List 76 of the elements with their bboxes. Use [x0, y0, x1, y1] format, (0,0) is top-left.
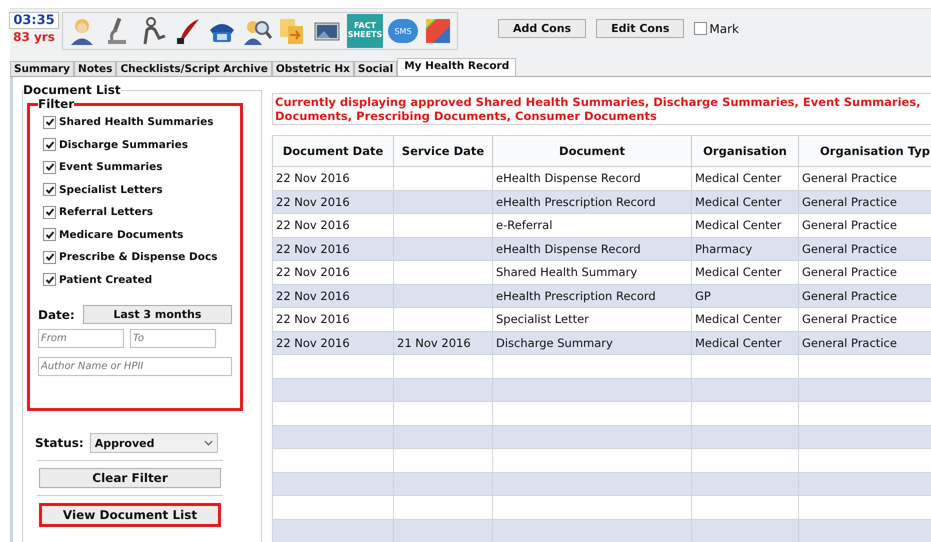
filter-checkbox[interactable]	[43, 228, 56, 242]
chevron-icon	[204, 440, 213, 446]
column-header[interactable]: Document	[492, 136, 692, 166]
filter-checkbox[interactable]	[43, 138, 56, 152]
panel-title: Document List	[23, 83, 121, 97]
table-cell: Pharmacy	[692, 237, 798, 260]
table-cell: 22 Nov 2016	[272, 214, 394, 237]
table-cell: Medical Center	[692, 260, 798, 284]
tab[interactable]: Summary	[10, 61, 74, 76]
table-cell: 22 Nov 2016	[272, 308, 394, 331]
status-label: Status:	[35, 436, 84, 450]
view-document-list-button[interactable]: View Document List	[39, 503, 221, 527]
filter-label: Event Summaries	[59, 161, 162, 174]
mark-checkbox[interactable]	[694, 22, 708, 35]
table-cell: 22 Nov 2016	[272, 237, 394, 260]
table-cell: 22 Nov 2016	[272, 190, 394, 214]
table-cell: General Practice	[798, 237, 931, 260]
table-cell: Medical Center	[692, 166, 798, 190]
table-cell: General Practice	[798, 284, 931, 308]
table-cell: GP	[692, 284, 798, 308]
to-field[interactable]: To	[130, 329, 216, 348]
table-cell: 22 Nov 2016	[272, 331, 394, 354]
filter-label: Discharge Summaries	[59, 138, 188, 151]
filter-checkbox[interactable]	[43, 183, 56, 196]
table-cell: General Practice	[798, 190, 931, 214]
table-cell: eHealth Prescription Record	[492, 190, 692, 214]
patient-age: 83 yrs	[13, 30, 55, 44]
tab[interactable]: My Health Record	[397, 58, 516, 76]
tab[interactable]: Obstetric Hx	[272, 61, 354, 76]
filter-title: Filter	[38, 97, 74, 111]
column-header[interactable]: Service Date	[394, 136, 492, 166]
date-label: Date:	[38, 308, 75, 322]
table-cell: 22 Nov 2016	[272, 284, 394, 308]
filter-label: Patient Created	[59, 274, 152, 286]
tab[interactable]: Checklists/Script Archive	[116, 61, 272, 76]
table-cell: eHealth Dispense Record	[492, 237, 692, 260]
table-cell: Medical Center	[692, 331, 798, 354]
table-cell: eHealth Prescription Record	[492, 284, 692, 308]
table-cell: General Practice	[798, 331, 931, 354]
filter-checkbox[interactable]	[43, 206, 56, 219]
table-cell: 22 Nov 2016	[272, 260, 394, 284]
tab[interactable]: Notes	[74, 61, 116, 76]
consult-button[interactable]: Edit Cons	[596, 19, 684, 38]
table-cell: Discharge Summary	[492, 331, 692, 354]
clock-time: 03:35	[9, 12, 59, 29]
filter-label: Shared Health Summaries	[59, 116, 214, 128]
status-dropdown[interactable]: Approved	[90, 433, 218, 453]
column-header[interactable]: Organisation	[692, 136, 798, 166]
from-field[interactable]: From	[38, 329, 124, 348]
table-cell: Medical Center	[692, 308, 798, 331]
filter-checkbox[interactable]	[43, 273, 56, 286]
filter-label: Medicare Documents	[59, 228, 184, 241]
filter-label: Prescribe & Dispense Docs	[59, 251, 218, 264]
column-header[interactable]: Document Date	[272, 136, 394, 166]
tab[interactable]: Social	[354, 61, 398, 76]
sms-icon[interactable]: SMS	[388, 19, 418, 43]
table-cell: Medical Center	[692, 214, 798, 237]
filter-label: Referral Letters	[59, 206, 153, 218]
mark-label: Mark	[709, 22, 739, 36]
filter-notice: Currently displaying approved Shared Health Summaries, Discharge Summaries, Event Summaries, Documents, Prescribing Documents, Consumer Documents	[272, 93, 931, 125]
table-cell: 21 Nov 2016	[394, 331, 492, 354]
table-cell: Shared Health Summary	[492, 260, 692, 284]
map-icon[interactable]	[423, 16, 453, 46]
table-cell: Medical Center	[692, 190, 798, 214]
date-range-button[interactable]: Last 3 months	[82, 305, 232, 324]
filter-label: Specialist Letters	[59, 184, 163, 196]
clear-filter-button[interactable]: Clear Filter	[39, 468, 221, 488]
consult-button[interactable]: Add Cons	[498, 19, 586, 38]
column-header[interactable]: Organisation Typ	[798, 136, 931, 166]
filter-checkbox[interactable]	[43, 160, 56, 174]
filter-checkbox[interactable]	[43, 250, 56, 264]
filter-checkbox[interactable]	[43, 116, 56, 129]
table-cell: 22 Nov 2016	[272, 166, 394, 190]
table-cell: Specialist Letter	[492, 308, 692, 331]
table-cell: eHealth Dispense Record	[492, 166, 692, 190]
table-cell: e-Referral	[492, 214, 692, 237]
